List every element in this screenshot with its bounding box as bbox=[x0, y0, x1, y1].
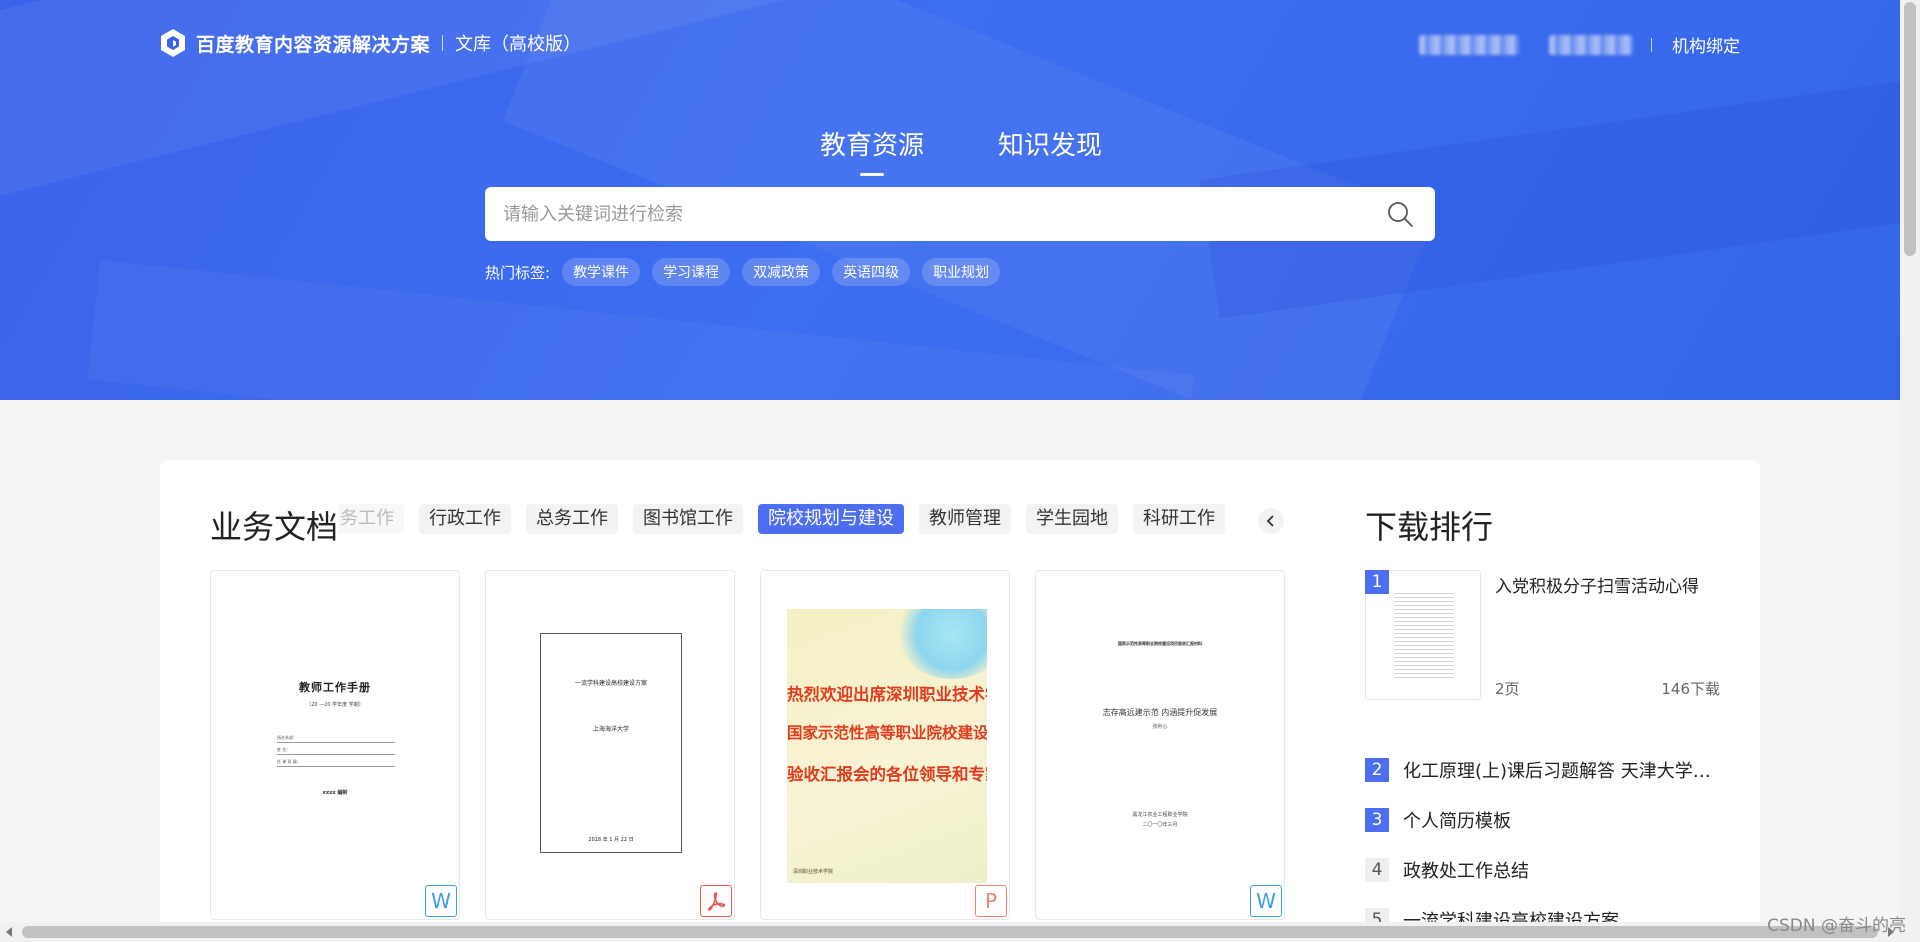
tab-education-resources[interactable]: 教育资源 bbox=[820, 125, 924, 176]
horizontal-scroll-thumb[interactable] bbox=[22, 926, 1878, 938]
slide-line: 热烈欢迎出席深圳职业技术学院 bbox=[787, 685, 987, 704]
doc-card[interactable]: 一流学科建设高校建设方案 上海海洋大学 2018 年 1 月 22 日 bbox=[485, 570, 735, 920]
ranking-downloads: 146下载 bbox=[1661, 680, 1720, 698]
category-tabs: 务工作 行政工作 总务工作 图书馆工作 院校规划与建设 教师管理 学生园地 科研… bbox=[338, 504, 1373, 540]
category-tab[interactable]: 科研工作 bbox=[1133, 504, 1225, 534]
category-tab[interactable]: 行政工作 bbox=[419, 504, 511, 534]
section-title-download-ranking: 下载排行 bbox=[1365, 508, 1494, 546]
category-tab[interactable]: 总务工作 bbox=[526, 504, 618, 534]
horizontal-scrollbar[interactable] bbox=[0, 922, 1920, 942]
word-file-icon: W bbox=[425, 885, 457, 917]
vertical-scrollbar[interactable] bbox=[1900, 0, 1920, 922]
doc-footer: 二〇一〇年三月 bbox=[1142, 822, 1178, 828]
watermark: CSDN @奋斗的亮 bbox=[1767, 916, 1906, 936]
doc-footer: 2018 年 1 月 22 日 bbox=[588, 837, 634, 843]
brand-subtitle: 文库（高校版） bbox=[455, 34, 582, 55]
rank-number: 2 bbox=[1365, 758, 1389, 782]
brand-title: 百度教育内容资源解决方案 bbox=[196, 33, 431, 56]
search-box bbox=[485, 187, 1435, 241]
ranking-pages: 2页 bbox=[1495, 680, 1520, 698]
thumbnail-text-lines bbox=[1394, 593, 1454, 679]
category-tab[interactable]: 图书馆工作 bbox=[633, 504, 743, 534]
slide-footer: 深圳职业技术学院 bbox=[793, 869, 834, 875]
category-prev-button[interactable] bbox=[1258, 508, 1284, 534]
hexagon-logo-icon bbox=[161, 29, 185, 57]
rank-number: 4 bbox=[1365, 858, 1389, 882]
divider bbox=[1651, 37, 1652, 52]
tab-knowledge-discovery[interactable]: 知识发现 bbox=[998, 125, 1102, 176]
category-tab[interactable]: 学生园地 bbox=[1026, 504, 1118, 534]
ranking-title: 政教处工作总结 bbox=[1403, 861, 1529, 882]
ranking-item[interactable]: 4 政教处工作总结 bbox=[1365, 857, 1720, 883]
search-button[interactable] bbox=[1365, 187, 1435, 241]
slide-line: 国家示范性高等职业院校建设项目 bbox=[787, 724, 987, 742]
slide-decor bbox=[897, 609, 987, 679]
doc-field: 所在系部： bbox=[277, 735, 395, 743]
hot-tag[interactable]: 教学课件 bbox=[562, 258, 641, 286]
doc-author: 张利心 bbox=[1152, 724, 1168, 730]
ranking-title: 化工原理(上)课后习题解答 天津大学化工学院 bbox=[1403, 761, 1720, 782]
doc-card[interactable]: 教师工作手册 （20 —20 学年度 学期） 所在系部： 姓 名： 任 课 班 … bbox=[210, 570, 460, 920]
category-tab-active[interactable]: 院校规划与建设 bbox=[758, 504, 904, 534]
doc-header-line: 国家示范性高等职业院校建设项目验收汇报材料 bbox=[1118, 641, 1202, 646]
category-tab[interactable]: 务工作 bbox=[338, 504, 404, 534]
pdf-file-icon bbox=[700, 885, 732, 917]
divider bbox=[442, 35, 444, 51]
hot-tag[interactable]: 英语四级 bbox=[832, 258, 911, 286]
ranking-title: 个人简历模板 bbox=[1403, 811, 1511, 832]
doc-subtitle: 上海海洋大学 bbox=[592, 726, 629, 733]
doc-footer: xxxx 编制 bbox=[322, 790, 348, 796]
doc-preview: 国家示范性高等职业院校建设项目验收汇报材料 志存高远建示范 内涵提升促发展 张利… bbox=[1036, 571, 1284, 919]
ranking-title: 入党积极分子扫雪活动心得 bbox=[1495, 577, 1699, 597]
pdf-icon bbox=[708, 892, 726, 911]
ranking-item[interactable]: 3 个人简历模板 bbox=[1365, 807, 1720, 833]
ranking-item[interactable]: 1 入党积极分子扫雪活动心得 2页 146下载 bbox=[1365, 570, 1720, 700]
word-file-icon: W bbox=[1250, 885, 1282, 917]
doc-preview: 一流学科建设高校建设方案 上海海洋大学 2018 年 1 月 22 日 bbox=[540, 633, 682, 853]
hot-tag[interactable]: 学习课程 bbox=[652, 258, 731, 286]
bind-institution-link[interactable]: 机构绑定 bbox=[1672, 32, 1740, 57]
hot-tag[interactable]: 职业规划 bbox=[922, 258, 1001, 286]
hot-tags: 热门标签: 教学课件 学习课程 双减政策 英语四级 职业规划 bbox=[485, 258, 1012, 286]
doc-preview: 教师工作手册 （20 —20 学年度 学期） 所在系部： 姓 名： 任 课 班 … bbox=[211, 571, 459, 919]
brand[interactable]: 百度教育内容资源解决方案 文库（高校版） bbox=[160, 28, 581, 58]
hero-tabs: 教育资源 知识发现 bbox=[820, 125, 1176, 176]
doc-footer: 黑龙江农业工程职业学院 bbox=[1132, 812, 1188, 818]
top-right-nav: 机构绑定 bbox=[1419, 32, 1740, 57]
ranking-item[interactable]: 2 化工原理(上)课后习题解答 天津大学化工学院 bbox=[1365, 757, 1720, 783]
chevron-left-icon bbox=[1266, 515, 1274, 527]
doc-field: 任 课 班 级： bbox=[277, 759, 395, 767]
doc-card[interactable]: 国家示范性高等职业院校建设项目验收汇报材料 志存高远建示范 内涵提升促发展 张利… bbox=[1035, 570, 1285, 920]
rank-number: 3 bbox=[1365, 808, 1389, 832]
scroll-left-arrow-icon[interactable] bbox=[6, 927, 12, 937]
doc-title: 志存高远建示范 内涵提升促发展 bbox=[1102, 708, 1218, 717]
doc-title: 教师工作手册 bbox=[299, 681, 371, 694]
slide-line: 验收汇报会的各位领导和专家！ bbox=[787, 765, 987, 784]
slide-preview: 热烈欢迎出席深圳职业技术学院 国家示范性高等职业院校建设项目 验收汇报会的各位领… bbox=[787, 609, 987, 883]
hero-banner: 百度教育内容资源解决方案 文库（高校版） 机构绑定 教育资源 知识发现 热门标签… bbox=[0, 0, 1900, 400]
blurred-username[interactable] bbox=[1419, 34, 1519, 55]
search-icon bbox=[1388, 202, 1413, 227]
category-tab[interactable]: 教师管理 bbox=[919, 504, 1011, 534]
rank-number: 1 bbox=[1365, 570, 1389, 594]
blurred-institution[interactable] bbox=[1549, 34, 1633, 55]
search-input[interactable] bbox=[485, 187, 1365, 241]
content-card: 业务文档 务工作 行政工作 总务工作 图书馆工作 院校规划与建设 教师管理 学生… bbox=[160, 460, 1760, 942]
doc-field: 姓 名： bbox=[277, 747, 395, 755]
vertical-scroll-thumb[interactable] bbox=[1904, 2, 1916, 256]
doc-card[interactable]: 热烈欢迎出席深圳职业技术学院 国家示范性高等职业院校建设项目 验收汇报会的各位领… bbox=[760, 570, 1010, 920]
doc-subtitle: （20 —20 学年度 学期） bbox=[306, 702, 364, 708]
hot-tags-label: 热门标签: bbox=[485, 263, 551, 282]
doc-title: 一流学科建设高校建设方案 bbox=[574, 680, 647, 687]
section-title-business-docs: 业务文档 bbox=[210, 508, 339, 546]
ppt-file-icon: P bbox=[975, 885, 1007, 917]
hot-tag[interactable]: 双减政策 bbox=[742, 258, 821, 286]
